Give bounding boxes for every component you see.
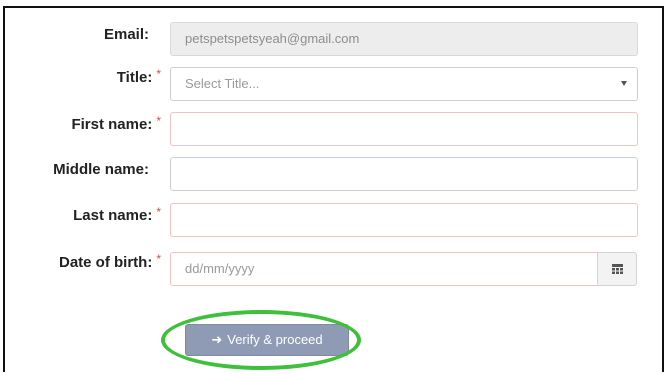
date-of-birth-label: Date of birth: *	[59, 252, 161, 271]
last-name-label-text: Last name:	[73, 207, 153, 224]
last-name-required-marker: *	[156, 205, 161, 219]
middle-name-label-text: Middle name:	[53, 161, 149, 178]
first-name-required-marker: *	[156, 114, 161, 128]
chevron-down-icon	[621, 81, 627, 86]
title-label-text: Title:	[116, 69, 153, 86]
email-field: petspetspetsyeah@gmail.com	[170, 22, 638, 56]
last-name-label: Last name: *	[73, 205, 161, 224]
middle-name-label: Middle name:	[53, 161, 149, 178]
last-name-input[interactable]	[170, 203, 638, 237]
arrow-right-icon: ➜	[211, 332, 223, 347]
email-value: petspetspetsyeah@gmail.com	[185, 31, 360, 46]
first-name-label-text: First name:	[71, 116, 153, 133]
date-of-birth-input[interactable]: dd/mm/yyyy	[170, 252, 598, 286]
title-select[interactable]: Select Title...	[170, 67, 638, 101]
title-required-marker: *	[156, 67, 161, 81]
email-label: Email:	[104, 26, 149, 43]
date-of-birth-label-text: Date of birth:	[59, 254, 153, 271]
middle-name-input[interactable]	[170, 157, 638, 191]
verify-proceed-button[interactable]: ➜ Verify & proceed	[185, 324, 349, 356]
date-of-birth-required-marker: *	[156, 252, 161, 266]
calendar-icon	[612, 264, 623, 274]
first-name-input[interactable]	[170, 112, 638, 146]
title-select-value: Select Title...	[185, 76, 260, 91]
email-label-text: Email:	[103, 26, 149, 43]
first-name-label: First name: *	[71, 114, 161, 133]
calendar-button[interactable]	[597, 252, 637, 286]
verify-proceed-label: Verify & proceed	[227, 332, 323, 347]
title-label: Title: *	[116, 67, 161, 86]
date-of-birth-placeholder: dd/mm/yyyy	[185, 261, 255, 276]
